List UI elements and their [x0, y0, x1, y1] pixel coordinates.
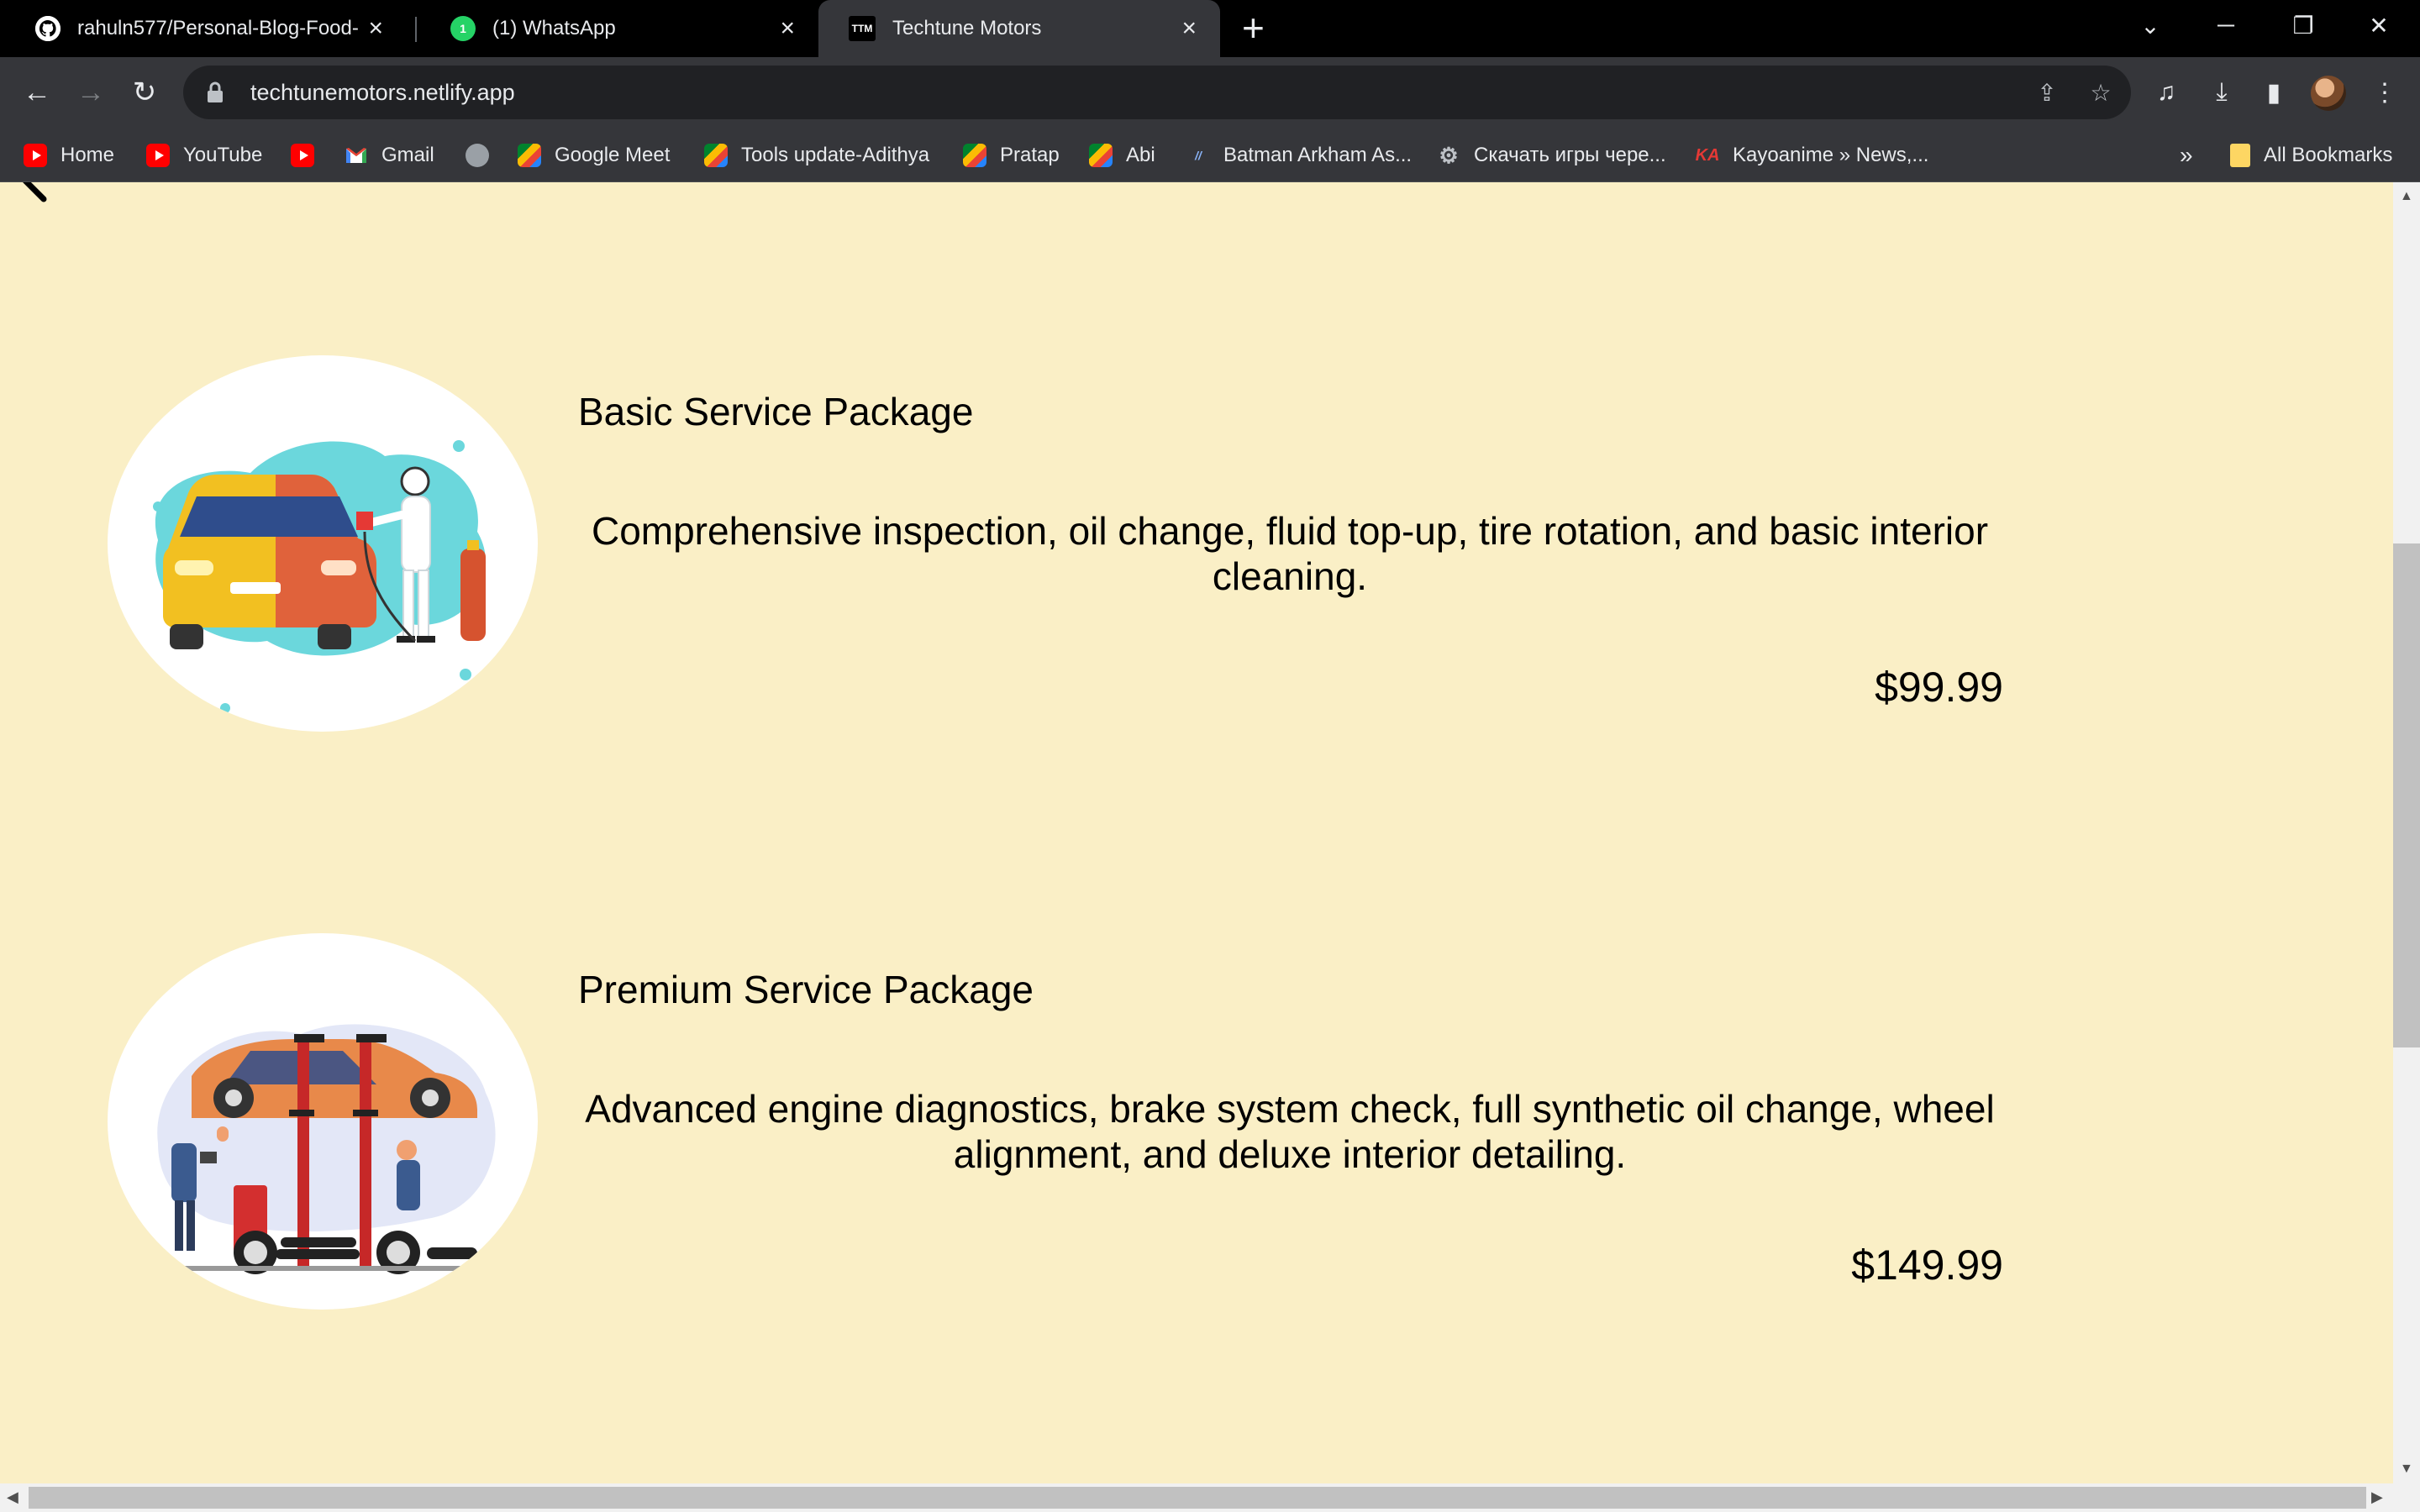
- service-card-basic: Basic Service Package Comprehensive insp…: [0, 350, 2393, 737]
- tab-title: rahuln577/Personal-Blog-Food-I: [77, 17, 359, 39]
- github-icon: [35, 16, 60, 41]
- meet-icon: [963, 144, 986, 167]
- media-controls-icon[interactable]: ♫: [2146, 72, 2186, 113]
- bookmark-label: All Bookmarks: [2264, 144, 2393, 166]
- tab-strip: rahuln577/Personal-Blog-Food-I × 1 (1) W…: [0, 0, 2420, 57]
- restore-button[interactable]: ❐: [2265, 0, 2341, 50]
- ka-icon: KA: [1695, 145, 1720, 165]
- ttm-logo-text: TTM: [851, 23, 873, 34]
- bookmark-home[interactable]: Home: [24, 141, 114, 170]
- profile-avatar[interactable]: [2311, 76, 2346, 111]
- youtube-icon: [24, 144, 47, 167]
- bookmark-label: Gmail: [381, 144, 434, 166]
- scrollbar-thumb[interactable]: [2393, 543, 2420, 1047]
- meet-icon: [704, 144, 728, 167]
- page-content: Basic Service Package Comprehensive insp…: [0, 182, 2393, 1483]
- meet-icon: [518, 144, 541, 167]
- bookmark-youtube[interactable]: YouTube: [146, 141, 262, 170]
- scrollbar-thumb[interactable]: [29, 1487, 2366, 1509]
- horizontal-scrollbar[interactable]: ◀ ▶: [0, 1483, 2420, 1512]
- bookmark-google-meet[interactable]: Google Meet: [518, 141, 670, 170]
- ttm-icon: TTM: [849, 16, 876, 41]
- bookmark-label: YouTube: [183, 144, 263, 166]
- download-icon[interactable]: ⤓: [2202, 72, 2242, 113]
- bookmark-label: Home: [60, 144, 115, 166]
- bookmark-star-icon[interactable]: ☆: [2084, 76, 2118, 109]
- car-painting-illustration: [108, 355, 538, 732]
- share-icon[interactable]: ⇪: [2030, 76, 2064, 109]
- address-bar[interactable]: techtunemotors.netlify.app ⇪ ☆: [183, 66, 2131, 119]
- folder-icon: [2230, 144, 2250, 167]
- bookmark-label: Pratap: [1000, 144, 1060, 166]
- bookmark-label: Batman Arkham As...: [1223, 144, 1413, 166]
- tab-techtune[interactable]: TTM Techtune Motors ×: [818, 0, 1220, 57]
- bookmark-label: Tools update-Adithya: [741, 144, 930, 166]
- browser-chrome: rahuln577/Personal-Blog-Food-I × 1 (1) W…: [0, 0, 2420, 182]
- bookmarks-bar: Home YouTube Gmail Google Meet Tools upd…: [0, 128, 2420, 182]
- close-icon[interactable]: ×: [1181, 16, 1197, 41]
- reload-button[interactable]: ↻: [124, 72, 165, 113]
- new-tab-button[interactable]: +: [1242, 8, 1265, 47]
- bookmark-abi[interactable]: Abi: [1089, 141, 1155, 170]
- service-description: Advanced engine diagnostics, brake syste…: [585, 1087, 1995, 1176]
- bookmark-batman[interactable]: // Batman Arkham As...: [1186, 141, 1412, 170]
- all-bookmarks-button[interactable]: All Bookmarks: [2230, 141, 2392, 170]
- bookmark-kayoanime[interactable]: KA Kayoanime » News,...: [1695, 141, 1929, 170]
- vertical-scrollbar[interactable]: ▲ ▼: [2393, 182, 2420, 1483]
- scroll-down-icon[interactable]: ▼: [2400, 1462, 2413, 1477]
- back-button[interactable]: ←: [17, 72, 57, 113]
- browser-toolbar: ← → ↻ techtunemotors.netlify.app ⇪ ☆ ♫ ⤓…: [0, 57, 2420, 128]
- youtube-icon: [146, 144, 170, 167]
- youtube-icon: [291, 144, 314, 167]
- tab-whatsapp[interactable]: 1 (1) WhatsApp ×: [420, 0, 818, 57]
- tab-github[interactable]: rahuln577/Personal-Blog-Food-I ×: [5, 0, 407, 57]
- scroll-left-icon[interactable]: ◀: [7, 1488, 18, 1506]
- menu-icon[interactable]: ⋮: [2365, 72, 2405, 113]
- bookmark-label: Kayoanime » News,...: [1733, 144, 1929, 166]
- bookmarks-overflow-button[interactable]: »: [2180, 141, 2193, 170]
- url-text: techtunemotors.netlify.app: [250, 79, 515, 105]
- service-card-premium: Premium Service Package Advanced engine …: [0, 928, 2393, 1315]
- bookmark-pratap[interactable]: Pratap: [963, 141, 1060, 170]
- forward-button[interactable]: →: [71, 72, 111, 113]
- service-price: $99.99: [1875, 664, 2003, 711]
- gear-icon: ⚙: [1439, 142, 1459, 168]
- close-icon[interactable]: ×: [780, 16, 795, 41]
- bookmark-globe[interactable]: [466, 141, 489, 170]
- bookmark-label: Abi: [1126, 144, 1155, 166]
- service-description: Comprehensive inspection, oil change, fl…: [591, 509, 1989, 598]
- bookmark-label: Google Meet: [555, 144, 671, 166]
- meet-icon: [1089, 144, 1113, 167]
- tab-title: (1) WhatsApp: [492, 17, 616, 39]
- service-title: Basic Service Package: [578, 390, 974, 433]
- minimize-button[interactable]: ─: [2188, 0, 2264, 50]
- scroll-right-icon[interactable]: ▶: [2371, 1488, 2383, 1506]
- service-price: $149.99: [1851, 1242, 2003, 1289]
- close-window-button[interactable]: ✕: [2341, 0, 2417, 50]
- bookmark-gmail[interactable]: Gmail: [345, 141, 434, 170]
- service-title: Premium Service Package: [578, 968, 1034, 1011]
- tab-search-icon[interactable]: ⌄: [2112, 0, 2188, 50]
- game-icon: //: [1195, 149, 1202, 162]
- globe-icon: [466, 144, 489, 167]
- bookmark-label: Скачать игры чере...: [1474, 144, 1666, 166]
- whatsapp-icon: 1: [450, 16, 476, 41]
- gmail-icon: [345, 144, 368, 167]
- bookmark-tools-update[interactable]: Tools update-Adithya: [704, 141, 929, 170]
- close-icon[interactable]: ×: [368, 16, 383, 41]
- side-panel-icon[interactable]: ▮: [2254, 72, 2294, 113]
- bookmark-games[interactable]: ⚙ Скачать игры чере...: [1437, 141, 1666, 170]
- tab-separator: [415, 17, 417, 42]
- car-lift-repair-illustration: [108, 933, 538, 1310]
- lock-icon: [205, 81, 225, 104]
- arrow-icon: [23, 182, 47, 202]
- scroll-up-icon[interactable]: ▲: [2400, 189, 2413, 204]
- tab-title: Techtune Motors: [892, 17, 1042, 39]
- notification-badge: 1: [460, 22, 466, 35]
- bookmark-youtube-2[interactable]: [291, 141, 314, 170]
- overflow-chevron: »: [2180, 142, 2193, 168]
